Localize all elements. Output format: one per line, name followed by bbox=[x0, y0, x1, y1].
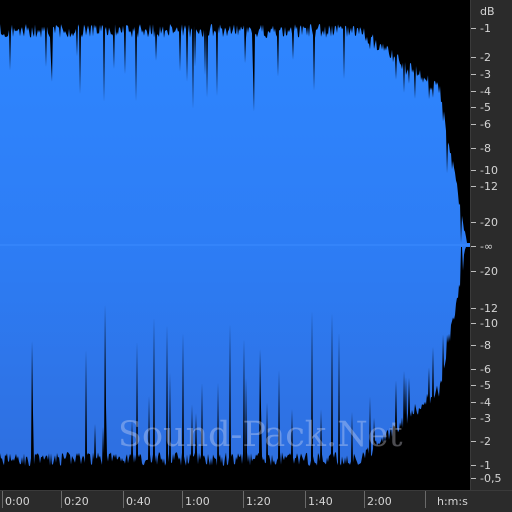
time-tick bbox=[425, 491, 426, 508]
db-tick bbox=[471, 308, 476, 309]
db-tick bbox=[471, 246, 476, 247]
db-label: -10 bbox=[480, 317, 498, 330]
time-label: 0:40 bbox=[126, 495, 151, 508]
db-label: -12 bbox=[480, 302, 498, 315]
db-label: -12 bbox=[480, 180, 498, 193]
db-unit-label: dB bbox=[480, 5, 495, 18]
time-tick bbox=[123, 491, 124, 508]
db-label: -6 bbox=[480, 118, 491, 131]
time-label: 0:00 bbox=[5, 495, 30, 508]
db-label: -1 bbox=[480, 22, 491, 35]
time-tick bbox=[364, 491, 365, 508]
db-tick bbox=[471, 222, 476, 223]
db-tick bbox=[471, 124, 476, 125]
db-label: -20 bbox=[480, 265, 498, 278]
db-scale: dB -1 -2 -3 -4 -5 -6 -8 -10 -12 -20 -∞ -… bbox=[470, 0, 512, 490]
audio-waveform-viewer: Sound-Pack.Net dB -1 -2 -3 -4 -5 -6 -8 -… bbox=[0, 0, 512, 512]
time-tick bbox=[2, 491, 3, 508]
db-tick bbox=[471, 186, 476, 187]
db-tick bbox=[471, 148, 476, 149]
db-tick bbox=[471, 74, 476, 75]
db-tick bbox=[471, 28, 476, 29]
db-label: -4 bbox=[480, 396, 491, 409]
db-label: -10 bbox=[480, 164, 498, 177]
db-tick bbox=[471, 478, 476, 479]
time-ruler[interactable]: 0:00 0:20 0:40 1:00 1:20 1:40 2:00 h:m:s bbox=[0, 490, 512, 512]
db-label: -5 bbox=[480, 379, 491, 392]
time-label: 1:40 bbox=[308, 495, 333, 508]
db-label: -8 bbox=[480, 142, 491, 155]
time-tick bbox=[305, 491, 306, 508]
db-label: -1 bbox=[480, 459, 491, 472]
db-label: -6 bbox=[480, 363, 491, 376]
db-label: -8 bbox=[480, 339, 491, 352]
db-tick bbox=[471, 441, 476, 442]
db-tick bbox=[471, 91, 476, 92]
time-label: 0:20 bbox=[64, 495, 89, 508]
db-label: -4 bbox=[480, 85, 491, 98]
time-label: 1:20 bbox=[246, 495, 271, 508]
db-label: -3 bbox=[480, 412, 491, 425]
db-label: -5 bbox=[480, 101, 491, 114]
db-label: -2 bbox=[480, 435, 491, 448]
db-label: -2 bbox=[480, 51, 491, 64]
time-unit-label: h:m:s bbox=[437, 495, 468, 508]
db-label: -∞ bbox=[480, 240, 494, 253]
db-label: -20 bbox=[480, 216, 498, 229]
db-tick bbox=[471, 465, 476, 466]
time-tick bbox=[61, 491, 62, 508]
db-tick bbox=[471, 271, 476, 272]
db-tick bbox=[471, 107, 476, 108]
waveform-display[interactable]: Sound-Pack.Net bbox=[0, 0, 470, 490]
db-label: -3 bbox=[480, 68, 491, 81]
time-tick bbox=[182, 491, 183, 508]
db-tick bbox=[471, 170, 476, 171]
db-tick bbox=[471, 57, 476, 58]
db-label: -0,5 bbox=[480, 472, 502, 485]
db-tick bbox=[471, 323, 476, 324]
time-label: 2:00 bbox=[367, 495, 392, 508]
time-label: 1:00 bbox=[185, 495, 210, 508]
db-tick bbox=[471, 345, 476, 346]
db-tick bbox=[471, 385, 476, 386]
waveform-graph[interactable] bbox=[0, 0, 470, 490]
db-tick bbox=[471, 402, 476, 403]
time-tick bbox=[243, 491, 244, 508]
db-tick bbox=[471, 418, 476, 419]
db-tick bbox=[471, 369, 476, 370]
